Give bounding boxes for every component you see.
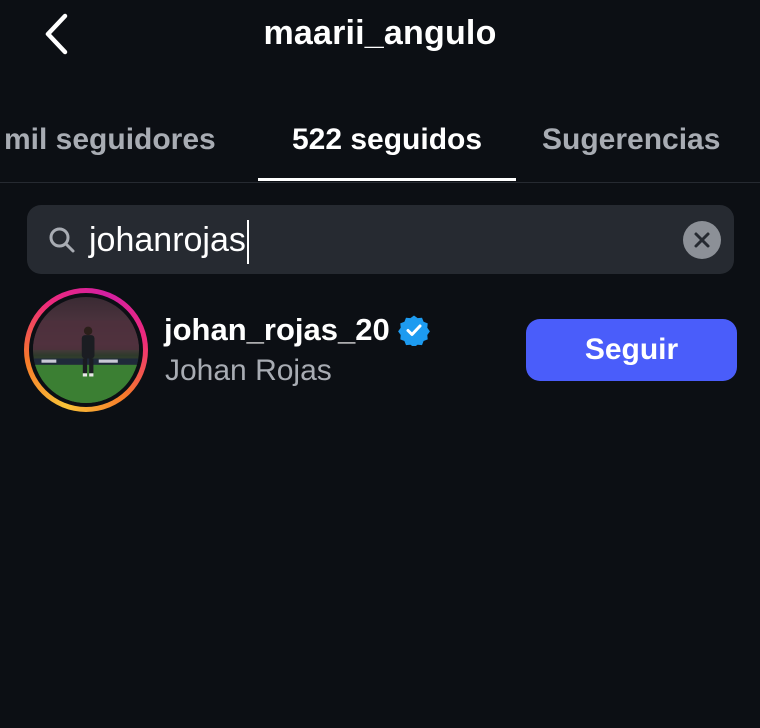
result-full-name: Johan Rojas [165,354,332,387]
list-item[interactable]: johan_rojas_20 Johan Rojas Seguir [0,288,760,414]
search-query-text: johanrojas [89,221,246,259]
clear-search-button[interactable] [683,221,721,259]
text-cursor [246,220,249,265]
story-ring [24,288,148,412]
close-icon [694,232,710,248]
search-input[interactable]: johanrojas [89,215,649,265]
result-username: johan_rojas_20 [164,312,430,348]
avatar[interactable] [33,297,139,403]
tab-followers[interactable]: mil seguidores [4,118,216,182]
tab-bar: mil seguidores 522 seguidos Sugerencias [0,118,760,184]
search-bar[interactable]: johanrojas [27,205,734,274]
avatar-border [29,293,143,407]
tab-following[interactable]: 522 seguidos [258,118,516,182]
active-tab-indicator [258,178,516,181]
page-title: maarii_angulo [263,14,497,52]
search-icon [49,227,75,253]
tab-suggestions[interactable]: Sugerencias [542,118,720,182]
divider [0,182,760,183]
username-text: johan_rojas_20 [164,312,390,347]
following-screen: maarii_angulo mil seguidores 522 seguido… [0,0,760,728]
follow-button[interactable]: Seguir [526,319,737,381]
verified-badge-icon [397,315,430,346]
